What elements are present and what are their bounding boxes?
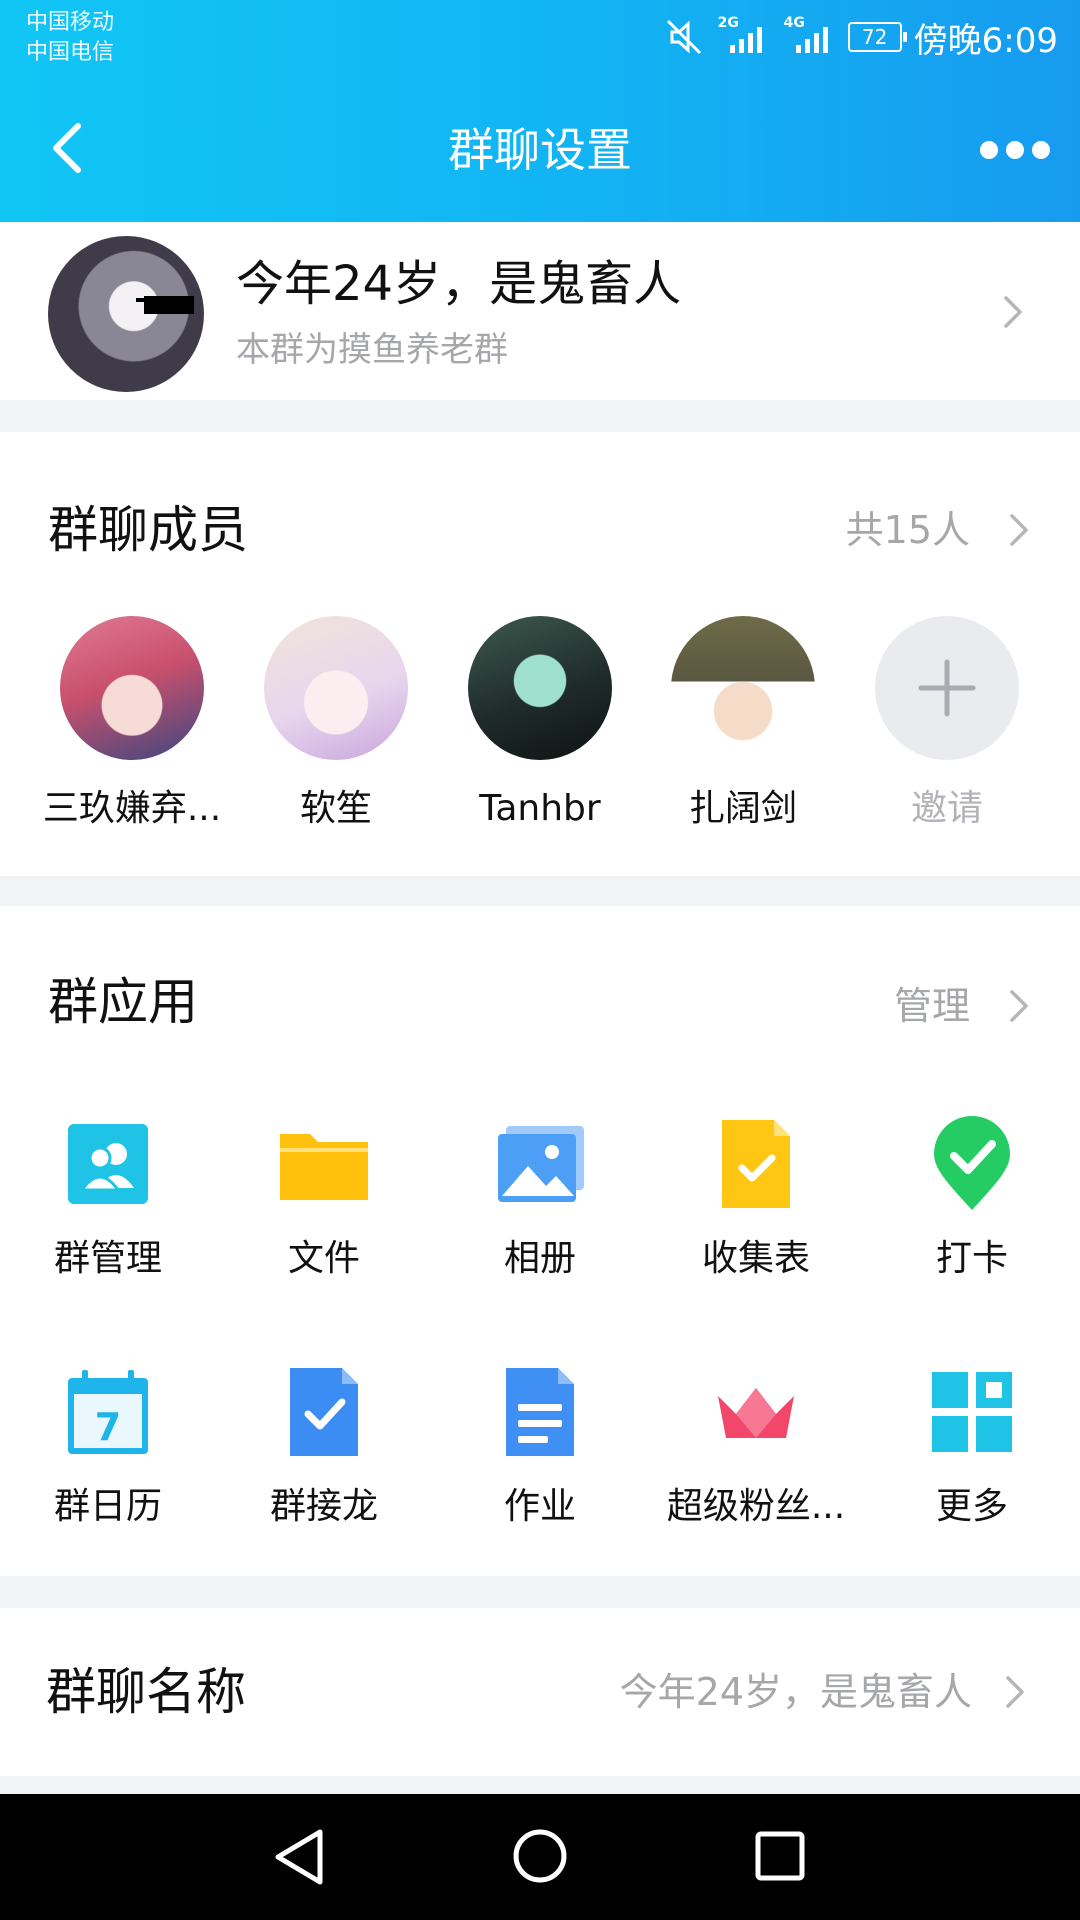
status-bar-right: 2G 4G 72 傍晚6:09 xyxy=(664,14,1058,61)
mute-icon xyxy=(666,19,701,55)
clock: 傍晚6:09 xyxy=(913,20,1058,61)
group-name-row[interactable]: 群聊名称 今年24岁，是鬼畜人 xyxy=(0,1608,1080,1776)
system-nav-bar xyxy=(0,1794,1080,1920)
app-label: 群日历 xyxy=(53,1486,162,1527)
member-avatar xyxy=(468,616,612,760)
app-group-manage[interactable]: 群管理 xyxy=(0,1116,216,1284)
invite-label: 邀请 xyxy=(910,788,983,829)
member-item[interactable]: 扎阔剑 xyxy=(643,616,843,834)
apps-title: 群应用 xyxy=(48,973,198,1031)
nav-recents-icon[interactable] xyxy=(752,1828,808,1884)
app-super-fans[interactable]: 超级粉丝... xyxy=(648,1364,864,1532)
calendar-day: 7 xyxy=(95,1405,121,1449)
member-avatar xyxy=(60,616,204,760)
battery-icon: 72 xyxy=(847,22,907,52)
app-calendar[interactable]: 7 群日历 xyxy=(0,1364,216,1532)
group-manage-icon xyxy=(60,1116,156,1212)
member-count[interactable]: 共15人 xyxy=(846,502,970,558)
app-label: 群接龙 xyxy=(269,1486,378,1527)
crown-icon xyxy=(708,1364,804,1460)
form-icon xyxy=(708,1116,804,1212)
more-apps-icon xyxy=(924,1364,1020,1460)
app-label: 打卡 xyxy=(935,1238,1008,1279)
app-header: 中国移动 中国电信 2G 4G 72 傍晚6:09 群聊设置 xyxy=(0,0,1080,222)
invite-button[interactable]: 邀请 xyxy=(847,616,1047,834)
app-label: 文件 xyxy=(287,1238,360,1279)
photo-album-icon xyxy=(492,1116,588,1212)
nav-home-icon[interactable] xyxy=(510,1826,570,1886)
homework-icon xyxy=(492,1364,588,1460)
chevron-right-icon xyxy=(1006,1676,1024,1708)
app-label: 作业 xyxy=(503,1486,576,1527)
app-solitaire[interactable]: 群接龙 xyxy=(216,1364,432,1532)
page-title: 群聊设置 xyxy=(448,123,632,177)
members-title: 群聊成员 xyxy=(48,501,248,559)
group-name-title: 群聊名称 xyxy=(46,1663,246,1721)
app-check-in[interactable]: 打卡 xyxy=(864,1116,1080,1284)
chevron-right-icon xyxy=(1004,296,1022,328)
app-label: 收集表 xyxy=(701,1238,810,1279)
member-item[interactable]: Tanhbr xyxy=(440,616,640,834)
signal-4g-icon: 4G xyxy=(782,15,836,57)
member-avatar xyxy=(264,616,408,760)
app-collect-form[interactable]: 收集表 xyxy=(648,1116,864,1284)
member-name: Tanhbr xyxy=(479,788,601,829)
group-name-value: 今年24岁，是鬼畜人 xyxy=(619,1670,972,1714)
group-avatar xyxy=(48,236,204,392)
battery-level: 72 xyxy=(861,25,888,49)
carrier-2: 中国电信 xyxy=(26,40,115,65)
members-card: 群聊成员 共15人 三玖嫌弃... 软笙 Tanhbr 扎阔剑 邀请 xyxy=(0,432,1080,876)
member-avatar xyxy=(671,616,815,760)
group-description: 本群为摸鱼养老群 xyxy=(236,330,508,370)
app-more[interactable]: 更多 xyxy=(864,1364,1080,1532)
more-options-icon[interactable] xyxy=(980,136,1050,164)
member-item[interactable]: 三玖嫌弃... xyxy=(32,616,232,834)
chevron-right-icon[interactable] xyxy=(1008,988,1030,1024)
app-label: 相册 xyxy=(503,1238,576,1279)
solitaire-icon xyxy=(276,1364,372,1460)
member-name: 扎阔剑 xyxy=(688,788,797,829)
member-name: 软笙 xyxy=(299,788,372,829)
manage-apps-link[interactable]: 管理 xyxy=(894,978,970,1034)
member-item[interactable]: 软笙 xyxy=(236,616,436,834)
group-profile-card[interactable]: 今年24岁，是鬼畜人 本群为摸鱼养老群 xyxy=(0,222,1080,400)
app-album[interactable]: 相册 xyxy=(432,1116,648,1284)
carrier-1: 中国移动 xyxy=(26,10,115,35)
calendar-icon: 7 xyxy=(60,1364,156,1460)
folder-icon xyxy=(276,1116,372,1212)
app-files[interactable]: 文件 xyxy=(216,1116,432,1284)
group-name: 今年24岁，是鬼畜人 xyxy=(236,256,682,312)
carrier-info: 中国移动 中国电信 xyxy=(26,8,114,68)
chevron-right-icon[interactable] xyxy=(1008,512,1030,548)
member-name: 三玖嫌弃... xyxy=(42,788,222,829)
app-label: 超级粉丝... xyxy=(666,1486,846,1527)
group-apps-card: 群应用 管理 群管理 文件 相册 收集表 打卡 7 群日历 群接龙 作业 超级粉… xyxy=(0,906,1080,1576)
check-in-icon xyxy=(924,1116,1020,1212)
app-label: 群管理 xyxy=(53,1238,162,1279)
nav-back-icon[interactable] xyxy=(270,1826,330,1888)
signal-2g-icon: 2G xyxy=(716,15,770,57)
add-member-icon xyxy=(875,616,1019,760)
app-label: 更多 xyxy=(935,1486,1008,1527)
app-homework[interactable]: 作业 xyxy=(432,1364,648,1532)
